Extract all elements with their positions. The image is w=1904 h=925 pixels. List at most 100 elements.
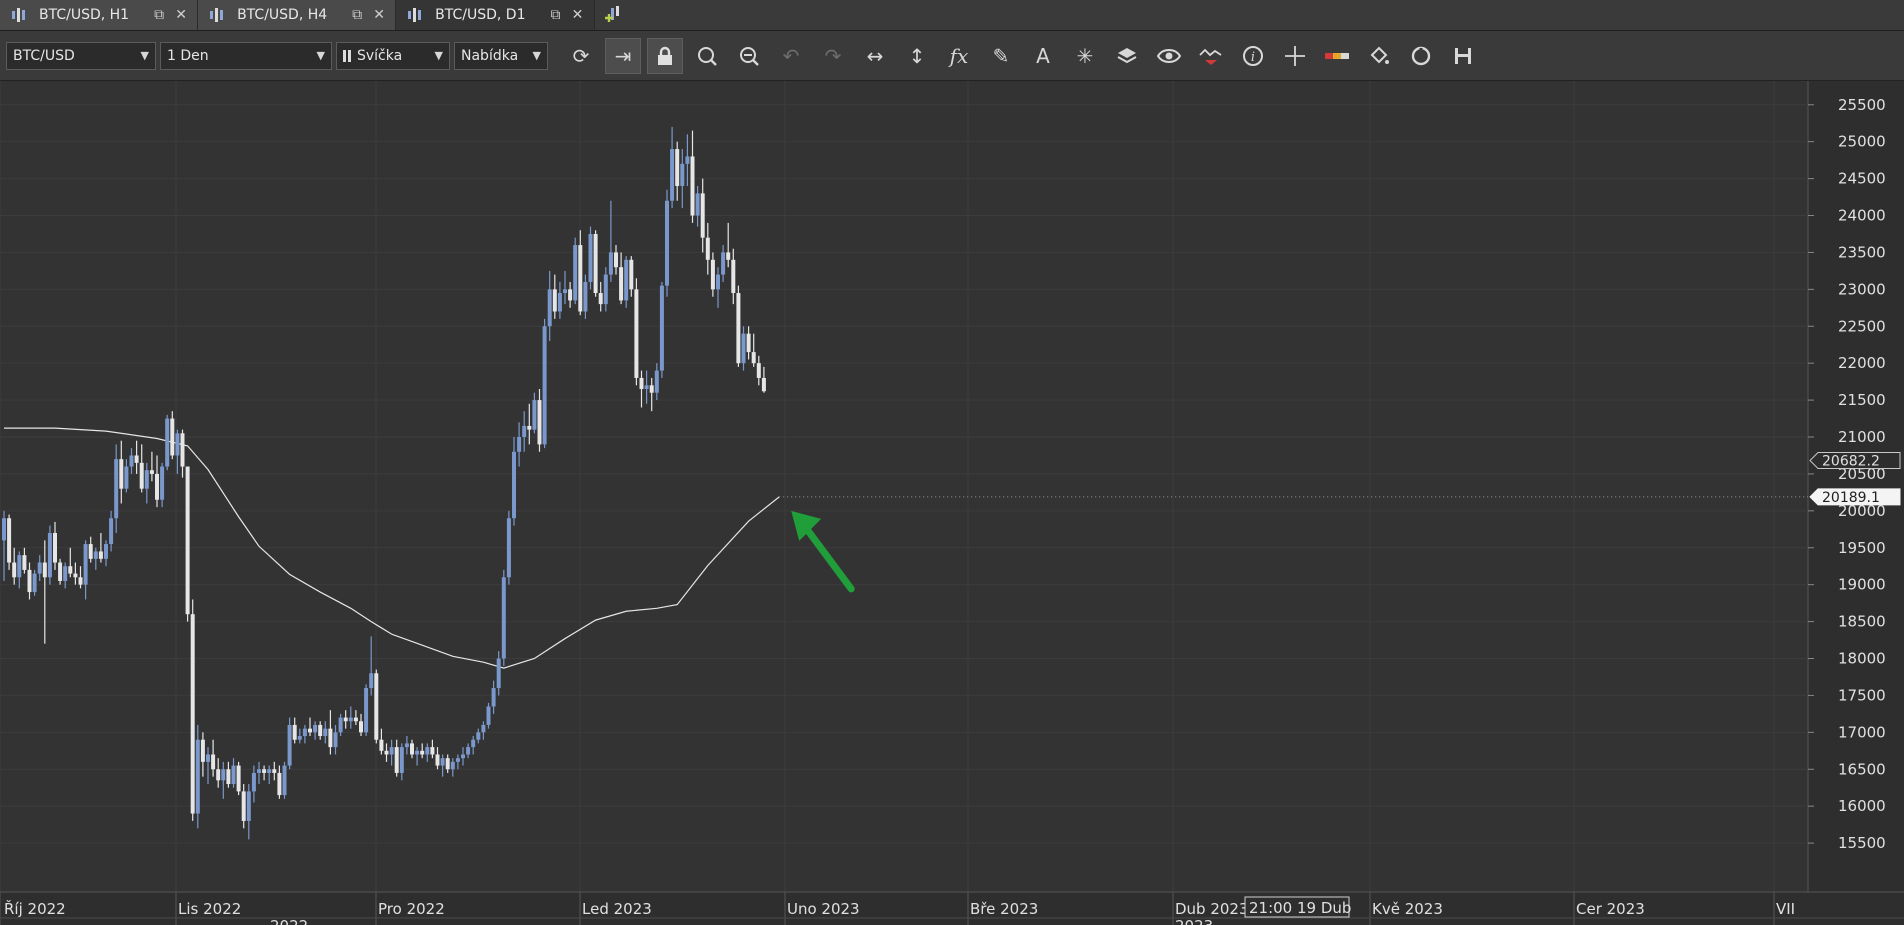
shift-chart-icon[interactable]: ⇥ xyxy=(605,37,641,74)
candle-body xyxy=(63,566,68,581)
candle-body xyxy=(109,518,114,545)
x-tick-label: Pro 2022 xyxy=(378,900,445,918)
candle-body xyxy=(328,728,333,748)
y-tick-label: 17500 xyxy=(1838,686,1886,704)
layers-icon[interactable] xyxy=(1109,38,1145,74)
candle-body xyxy=(491,688,496,707)
chart-wave-icon[interactable] xyxy=(1193,38,1229,74)
y-tick-label: 19000 xyxy=(1838,576,1886,594)
candle-body xyxy=(139,462,144,489)
refresh-icon[interactable]: ⟳ xyxy=(563,38,599,74)
network-icon[interactable]: ✳ xyxy=(1067,38,1103,74)
candle-body xyxy=(211,754,216,770)
candle-body xyxy=(721,252,726,275)
crosshair-icon[interactable] xyxy=(1277,38,1313,74)
candle-body xyxy=(756,363,761,378)
price-side-select[interactable]: Nabídka ▼ xyxy=(454,41,548,70)
detach-icon[interactable]: ⧉ xyxy=(151,7,167,23)
candle-body xyxy=(751,352,756,364)
chart-tab-h1[interactable]: BTC/USD, H1 ⧉ ✕ xyxy=(0,0,199,30)
candle-body xyxy=(292,724,297,740)
y-tick-label: 25500 xyxy=(1838,96,1886,114)
candle-body xyxy=(654,370,659,393)
candle-body xyxy=(716,274,720,290)
vertical-arrows-icon[interactable]: ↕ xyxy=(899,38,935,74)
candle-body xyxy=(552,289,557,312)
candle-body xyxy=(522,425,527,438)
zoom-out-icon[interactable] xyxy=(731,38,767,74)
close-icon[interactable]: ✕ xyxy=(570,7,586,23)
price-side-value: Nabídka xyxy=(461,47,519,64)
pencil-drawing-icon[interactable]: ✎ xyxy=(983,38,1019,74)
candle-body xyxy=(685,156,690,164)
horizontal-arrows-icon[interactable]: ↔ xyxy=(857,38,893,74)
redo-icon[interactable]: ↷ xyxy=(815,38,851,74)
candle-body xyxy=(364,688,369,733)
candle-body xyxy=(318,724,323,737)
x-tick-label: Říj 2022 xyxy=(4,899,66,918)
candle-body xyxy=(12,562,17,578)
chart-toolbar: BTC/USD ▼ 1 Den ▼ Svíčka ▼ Nabídka ▼ ⟳ ⇥… xyxy=(0,31,1904,81)
symbol-select[interactable]: BTC/USD ▼ xyxy=(6,41,156,70)
lock-icon[interactable] xyxy=(647,37,683,74)
zoom-in-icon[interactable] xyxy=(689,38,725,74)
price-label: 20682.2 xyxy=(1822,453,1880,469)
candle-body xyxy=(200,739,205,762)
candle-body xyxy=(257,769,261,773)
detach-icon[interactable]: ⧉ xyxy=(548,7,564,23)
chart-type-value: Svíčka xyxy=(357,47,403,64)
candle-body xyxy=(333,732,338,748)
add-chart-icon[interactable] xyxy=(595,0,631,30)
candle-body xyxy=(527,425,532,430)
text-tool-icon[interactable]: A xyxy=(1025,38,1061,74)
candle-body xyxy=(608,252,613,275)
candle-body xyxy=(404,743,409,748)
chevron-down-icon: ▼ xyxy=(316,49,325,62)
candle-body xyxy=(93,551,98,559)
candle-body xyxy=(710,259,715,290)
candle-body xyxy=(68,566,73,574)
candle-body xyxy=(195,739,200,814)
candle-body xyxy=(415,750,420,755)
candle-body xyxy=(114,459,119,519)
candle-body xyxy=(557,293,562,312)
candle-body xyxy=(359,721,363,733)
candle-body xyxy=(394,747,399,773)
close-icon[interactable]: ✕ xyxy=(173,7,189,23)
candle-body xyxy=(374,673,379,740)
candle-body xyxy=(302,728,307,737)
info-icon[interactable]: i xyxy=(1235,38,1271,74)
y-tick-label: 18000 xyxy=(1838,650,1886,668)
candle-body xyxy=(450,761,455,770)
candle-body xyxy=(338,717,343,733)
paint-bucket-icon[interactable] xyxy=(1361,38,1397,74)
candle-body xyxy=(690,156,695,216)
candle-body xyxy=(180,433,185,467)
chart-tab-h4[interactable]: BTC/USD, H4 ⧉ ✕ xyxy=(198,0,397,30)
candle-body xyxy=(129,455,134,467)
eye-icon[interactable] xyxy=(1151,38,1187,74)
candle-body xyxy=(649,385,654,393)
candle-body xyxy=(37,562,42,574)
candle-body xyxy=(598,293,603,305)
candle-body xyxy=(104,544,108,559)
period-select[interactable]: 1 Den ▼ xyxy=(160,41,332,70)
fx-indicators-icon[interactable]: fx xyxy=(941,38,977,74)
candle-body xyxy=(88,544,93,559)
chart-type-select[interactable]: Svíčka ▼ xyxy=(336,41,450,70)
colored-bar-icon[interactable] xyxy=(1319,38,1355,74)
candle-body xyxy=(379,739,384,751)
close-icon[interactable]: ✕ xyxy=(371,7,387,23)
price-chart[interactable]: 15500 16000 16500 17000 17500 18000 18500 19000… xyxy=(0,81,1904,925)
candle-body xyxy=(614,252,618,268)
candle-body xyxy=(155,473,159,500)
detach-icon[interactable]: ⧉ xyxy=(349,7,365,23)
chart-tab-d1[interactable]: BTC/USD, D1 ⧉ ✕ xyxy=(396,0,595,30)
candle-body xyxy=(98,551,103,559)
tab-bar: BTC/USD, H1 ⧉ ✕ BTC/USD, H4 ⧉ ✕ BTC/USD,… xyxy=(0,0,1904,31)
candle-body xyxy=(165,418,170,467)
save-icon[interactable] xyxy=(1445,38,1481,74)
circle-cycle-icon[interactable] xyxy=(1403,38,1439,74)
chart-canvas[interactable]: 15500 16000 16500 17000 17500 18000 18500 19000… xyxy=(0,81,1904,925)
undo-icon[interactable]: ↶ xyxy=(773,38,809,74)
